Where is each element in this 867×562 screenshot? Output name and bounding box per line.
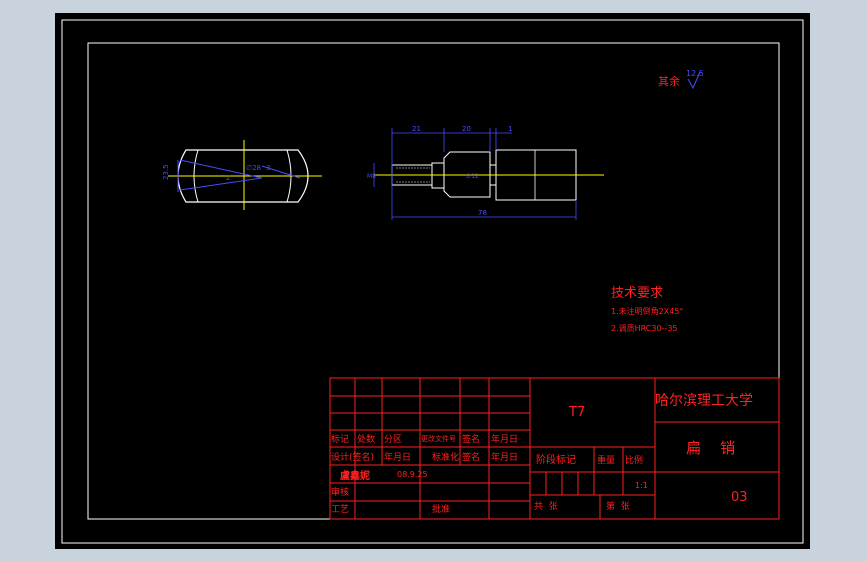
hdr-count: 处数 (357, 433, 375, 445)
hdr-date2: 年月日 (384, 451, 411, 463)
part-name: 扁 销 (686, 439, 735, 457)
roughness-label: 其余 (658, 74, 680, 88)
dim-side-left: 23.5 (162, 164, 170, 180)
hdr-process: 工艺 (331, 504, 349, 515)
roughness-value: 12.5 (686, 69, 704, 78)
drawing-no: 03 (731, 490, 748, 505)
hdr-check: 审核 (331, 486, 349, 498)
tech-item-1: 1.未注明倒角2X45° (611, 306, 683, 316)
dim-side-mid: ∅28 (246, 164, 261, 172)
dim-shaft-left: M8 (367, 173, 376, 180)
hdr-std: 标准化 (432, 451, 459, 463)
sheet-background (55, 13, 810, 549)
scale-value: 1:1 (635, 481, 648, 490)
dim-21: 21 (412, 125, 421, 133)
hdr-sign2: 签名 (462, 451, 480, 463)
dim-shaft-mid: ∅12 (466, 173, 479, 180)
handwritten-name: 盧鑫妮 (340, 469, 370, 482)
hdr-date3: 年月日 (491, 451, 518, 463)
dim-78: 78 (478, 209, 487, 217)
hdr-mark: 标记 (331, 433, 349, 445)
hdr-date: 年月日 (491, 433, 518, 445)
drawing-sheet: 其余 12.5 23.5 ∅28 3 2 21 20 1 78 M8 ∅12 技… (55, 13, 810, 549)
hdr-sheet: 第 张 (606, 500, 630, 512)
date-value: 08.9.25 (397, 470, 428, 479)
dim-side-small2: 2 (226, 174, 230, 182)
hdr-stage: 阶段标记 (536, 453, 576, 466)
hdr-total: 共 张 (534, 501, 558, 512)
hdr-weight: 重量 (597, 454, 615, 466)
grade: T7 (568, 405, 585, 420)
hdr-sign: 签名 (462, 433, 480, 445)
dim-1: 1 (508, 125, 512, 133)
hdr-approve: 批准 (432, 503, 450, 515)
hdr-scale: 比例 (625, 454, 643, 466)
dim-20: 20 (462, 125, 471, 133)
dim-side-small: 3 (266, 164, 270, 172)
hdr-zone: 分区 (384, 434, 402, 445)
tech-title: 技术要求 (611, 286, 663, 301)
hdr-design: 设计(签名) (331, 451, 374, 463)
tech-item-2: 2.调质HRC30--35 (611, 323, 678, 333)
university: 哈尔滨理工大学 (655, 393, 753, 409)
hdr-doc-no: 更改文件号 (421, 434, 456, 443)
